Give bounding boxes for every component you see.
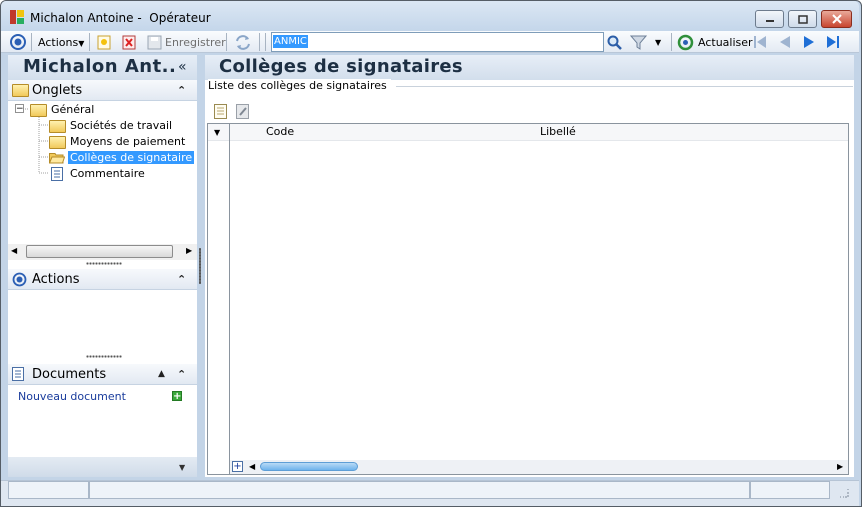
search-button[interactable] xyxy=(606,34,623,54)
scroll-right-arrow-icon[interactable]: ▶ xyxy=(186,246,192,255)
column-header-libelle[interactable]: Libellé xyxy=(540,125,576,138)
documents-section-label: Documents xyxy=(32,367,107,382)
new-button[interactable] xyxy=(97,35,111,53)
filter-button[interactable] xyxy=(629,34,648,54)
refresh-button[interactable]: Actualiser xyxy=(698,36,753,49)
tree-item-moyens[interactable]: Moyens de paiement xyxy=(70,135,185,148)
toolbar-separator xyxy=(265,33,266,51)
splitter-grip[interactable] xyxy=(86,355,122,358)
skip-last-icon xyxy=(827,36,839,48)
last-record-button[interactable] xyxy=(825,34,841,53)
funnel-icon xyxy=(629,35,648,50)
search-input[interactable] xyxy=(271,32,604,52)
group-box-label: Liste des collèges de signataires xyxy=(208,79,391,92)
close-button[interactable] xyxy=(821,10,852,28)
onglets-section-label: Onglets xyxy=(32,83,83,98)
tree-item-societes[interactable]: Sociétés de travail xyxy=(70,119,172,132)
folder-icon xyxy=(30,104,47,117)
data-grid[interactable] xyxy=(207,123,849,475)
tree-item-commentaire[interactable]: Commentaire xyxy=(70,167,145,180)
document-icon xyxy=(12,367,24,384)
tree-item-colleges[interactable]: Collèges de signataire xyxy=(68,151,195,164)
sync-arrows-icon xyxy=(236,35,250,50)
previous-icon xyxy=(780,36,790,48)
toolbar-separator xyxy=(89,33,90,51)
group-box-line xyxy=(396,86,853,87)
save-icon xyxy=(147,35,162,53)
save-button[interactable]: Enregistrer xyxy=(165,36,226,49)
close-icon xyxy=(831,14,842,24)
grid-scrollbar-thumb[interactable] xyxy=(260,462,358,471)
minimize-button[interactable] xyxy=(755,10,784,28)
grid-add-row-plus-icon[interactable]: + xyxy=(232,461,243,472)
collapse-panel-button[interactable]: « xyxy=(178,59,187,75)
grid-row-gutter xyxy=(229,124,230,474)
expand-chevron-down-icon[interactable]: ▼ xyxy=(179,463,185,472)
tree-collapse-toggle[interactable]: − xyxy=(15,104,24,114)
actions-menu-label: Actions xyxy=(38,36,79,49)
scroll-left-arrow-icon[interactable]: ◀ xyxy=(11,246,17,255)
column-chooser-chevron-down-icon[interactable]: ▼ xyxy=(214,128,220,137)
folder-icon xyxy=(49,136,66,149)
grid-header xyxy=(208,124,848,141)
filter-dropdown-chevron-down-icon[interactable]: ▼ xyxy=(655,38,661,47)
collapse-chevron-up-icon[interactable]: ⌃ xyxy=(177,84,186,97)
add-document-plus-icon[interactable]: + xyxy=(172,391,182,402)
page-title: Collèges de signataires xyxy=(219,56,463,77)
toolbar-separator xyxy=(259,33,260,51)
next-icon xyxy=(804,36,814,48)
edit-document-icon xyxy=(236,104,249,119)
collapse-chevron-up-icon[interactable]: ⌃ xyxy=(177,368,186,381)
left-panel-title: Michalon Ant.. xyxy=(23,56,177,77)
tree-item-general[interactable]: Général xyxy=(51,103,94,116)
new-document-icon xyxy=(97,35,111,50)
panel-footer xyxy=(8,457,197,477)
open-folder-icon xyxy=(48,152,66,167)
vertical-splitter-grip[interactable] xyxy=(199,248,201,284)
actions-circle-icon[interactable] xyxy=(9,33,27,54)
collapse-chevron-up-icon[interactable]: ⌃ xyxy=(177,273,186,286)
edit-record-button[interactable] xyxy=(236,104,249,122)
maximize-button[interactable] xyxy=(788,10,817,28)
first-record-button[interactable] xyxy=(752,34,768,53)
previous-record-button[interactable] xyxy=(777,34,793,53)
toolbar-separator xyxy=(226,33,227,51)
window-title: Michalon Antoine - Opérateur xyxy=(30,11,211,25)
actions-section-label: Actions xyxy=(32,272,80,287)
toolbar-separator xyxy=(31,33,32,51)
delete-icon xyxy=(122,35,136,50)
toolbar-separator xyxy=(671,33,672,51)
status-cell xyxy=(750,481,830,499)
folder-icon xyxy=(49,120,66,133)
scroll-up-icon[interactable]: ▲ xyxy=(158,369,165,379)
actions-circle-icon xyxy=(12,272,27,290)
resize-grip-icon[interactable] xyxy=(838,487,850,502)
status-cell xyxy=(8,481,89,499)
actions-menu-button[interactable]: Actions▼ xyxy=(38,36,84,49)
restore-icon xyxy=(797,14,808,24)
chevron-down-icon: ▼ xyxy=(78,39,85,48)
minimize-icon xyxy=(765,20,774,22)
column-header-code[interactable]: Code xyxy=(266,125,294,138)
next-record-button[interactable] xyxy=(801,34,817,53)
scroll-right-arrow-icon[interactable]: ▶ xyxy=(837,462,843,471)
scroll-left-arrow-icon[interactable]: ◀ xyxy=(249,462,255,471)
splitter-grip[interactable] xyxy=(86,262,122,265)
new-document-link[interactable]: Nouveau document xyxy=(18,390,126,403)
delete-button[interactable] xyxy=(122,35,136,53)
search-input-selected-text: ANMIC xyxy=(273,35,308,48)
magnifier-icon xyxy=(607,35,622,50)
app-icon xyxy=(9,9,25,25)
document-icon xyxy=(51,167,63,184)
add-record-button[interactable] xyxy=(214,104,227,122)
folder-icon xyxy=(12,84,29,97)
skip-first-icon xyxy=(754,36,766,48)
scrollbar-thumb[interactable] xyxy=(26,245,173,258)
status-cell xyxy=(89,481,750,499)
new-document-icon xyxy=(214,104,227,119)
refresh-icon xyxy=(677,34,694,54)
sync-button[interactable] xyxy=(234,34,252,54)
